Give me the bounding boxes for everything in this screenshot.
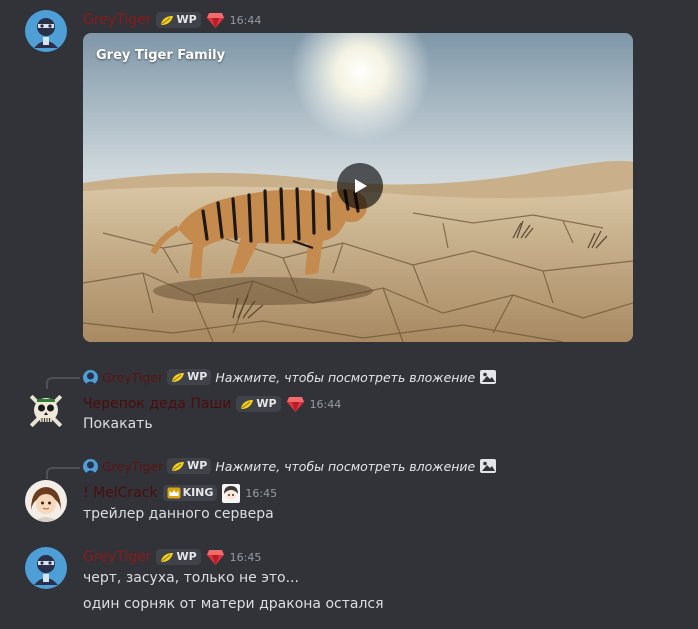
author-name[interactable]: GreyTiger [83,12,151,28]
reply-avatar [83,369,98,385]
server-tag[interactable]: KING [162,485,218,501]
anime-sticker-icon [222,483,241,503]
image-icon [480,459,497,473]
server-tag[interactable]: WP [236,396,281,412]
reply-author-name[interactable]: GreyTiger [102,370,163,385]
red-gem-icon [206,13,224,28]
video-title: Grey Tiger Family [96,48,226,63]
reply-author-name[interactable]: GreyTiger [102,459,163,474]
server-tag-label: WP [176,550,197,563]
leaf-icon [241,399,254,409]
reply-tag-label: WP [187,459,208,472]
timestamp[interactable]: 16:45 [230,551,262,564]
message-text: Покакать [83,416,153,432]
message-cherepok: GreyTiger WP Нажмите, чтобы посмотреть в… [0,360,698,440]
reply-text[interactable]: Нажмите, чтобы посмотреть вложение [215,370,475,385]
reply-preview[interactable]: GreyTiger WP Нажмите, чтобы посмотреть в… [83,368,497,386]
red-gem-icon [286,397,304,412]
crown-icon [167,487,181,499]
server-tag-label: WP [256,397,277,410]
message-header: GreyTiger WP 16:45 [83,547,261,567]
play-button[interactable] [337,163,383,209]
reply-tag-label: WP [187,370,208,383]
avatar-greytiger[interactable] [25,10,67,52]
timestamp[interactable]: 16:45 [245,487,277,500]
reply-server-tag: WP [167,369,212,385]
leaf-icon [161,15,174,25]
message-header: GreyTiger WP 16:44 [83,10,261,30]
timestamp[interactable]: 16:44 [230,14,262,27]
reply-avatar [83,458,98,474]
reply-connector [46,377,80,389]
message-header: Черепок деда Паши WP 16:44 [83,394,341,414]
avatar-melcrack[interactable] [25,480,67,522]
server-tag[interactable]: WP [156,549,201,565]
leaf-icon [172,372,185,382]
timestamp[interactable]: 16:44 [310,398,342,411]
message-text: трейлер данного сервера [83,506,274,522]
message-melcrack: GreyTiger WP Нажмите, чтобы посмотреть в… [0,450,698,530]
author-name[interactable]: GreyTiger [83,549,151,565]
author-name[interactable]: ! MelCrack [83,485,158,501]
reply-server-tag: WP [167,458,212,474]
reply-preview[interactable]: GreyTiger WP Нажмите, чтобы посмотреть в… [83,457,497,475]
server-tag-label: KING [182,486,214,499]
leaf-icon [172,461,185,471]
red-gem-icon [206,550,224,565]
message-text: один сорняк от матери дракона остался [83,596,384,612]
chat-message-list: GreyTiger WP 16:44 Grey Tiger Family Gre… [0,0,698,629]
image-icon [480,370,497,384]
video-attachment[interactable]: Grey Tiger Family [83,33,633,342]
message-text: черт, засуха, только не это... [83,570,299,586]
reply-text[interactable]: Нажмите, чтобы посмотреть вложение [215,459,475,474]
message-greytiger-video: GreyTiger WP 16:44 Grey Tiger Family [0,0,698,345]
server-tag-label: WP [176,13,197,26]
author-name[interactable]: Черепок деда Паши [83,396,231,412]
play-icon [355,179,367,193]
message-header: ! MelCrack KING 16:45 [83,483,277,503]
message-greytiger-text: GreyTiger WP 16:45 черт, засуха, только … [0,540,698,629]
avatar-greytiger[interactable] [25,547,67,589]
reply-connector [46,467,80,479]
server-tag[interactable]: WP [156,12,201,28]
leaf-icon [161,552,174,562]
avatar-cherepok[interactable] [25,390,67,432]
